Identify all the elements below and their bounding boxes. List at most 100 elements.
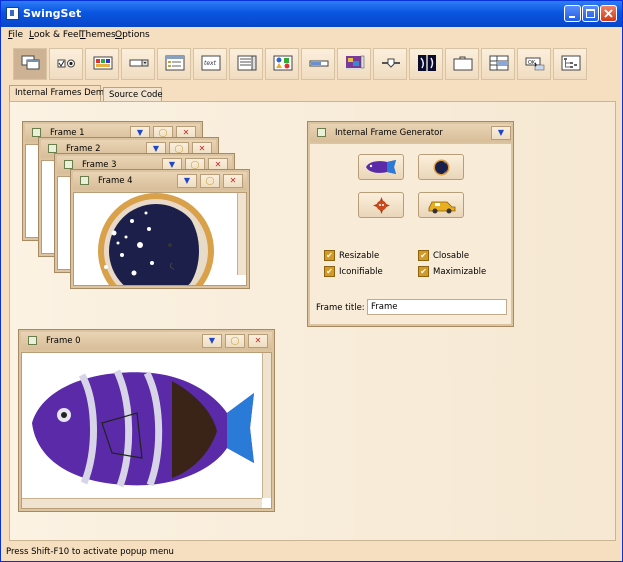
list-icon <box>237 55 257 71</box>
internal-frames-icon <box>21 55 40 70</box>
toolbar-tooltip[interactable]: OK <box>517 48 551 80</box>
buttons-icon <box>57 59 75 68</box>
toolbar-tree[interactable] <box>553 48 587 80</box>
toolbar-buttons[interactable] <box>49 48 83 80</box>
toolbar-table[interactable] <box>481 48 515 80</box>
toolbar-progress-bar[interactable] <box>301 48 335 80</box>
title-bar[interactable]: SwingSet <box>1 1 622 27</box>
close-icon: ✕ <box>214 160 222 169</box>
frame-icon <box>64 160 73 169</box>
minimize-button[interactable] <box>564 5 581 22</box>
frame-icon <box>317 128 326 137</box>
menu-look-and-feel[interactable]: Look & Feel <box>29 30 81 40</box>
tooltip-icon: OK <box>525 57 545 71</box>
frame-title-bar[interactable]: Internal Frame Generator ▼ <box>310 124 511 142</box>
editor-pane-icon: text <box>201 55 221 71</box>
frame-title: Frame 0 <box>46 336 81 346</box>
close-window-button[interactable] <box>600 5 617 22</box>
frame-title-bar[interactable]: Frame 0 ▼ ◯ ✕ <box>21 332 272 350</box>
iconify-button[interactable]: ▼ <box>202 334 222 348</box>
tab-source-code[interactable]: Source Code <box>103 87 163 101</box>
vertical-scrollbar[interactable] <box>237 193 246 275</box>
resizable-checkbox[interactable]: ✔ <box>324 250 335 261</box>
toolbar-option-pane[interactable] <box>265 48 299 80</box>
chevron-down-icon: ▼ <box>208 336 216 345</box>
frame-content <box>73 192 247 286</box>
iconifiable-checkbox[interactable]: ✔ <box>324 266 335 277</box>
color-chooser-icon <box>93 56 113 70</box>
toolbar-tabbed-pane[interactable] <box>445 48 479 80</box>
close-frame-button[interactable]: ✕ <box>223 174 243 188</box>
tabbed-pane-icon <box>453 56 473 71</box>
java-cup-icon <box>6 7 19 20</box>
svg-text:OK: OK <box>528 60 536 66</box>
generator-content: ✔ Resizable ✔ Closable ✔ Iconifiable ✔ M… <box>310 144 511 324</box>
create-sun-frame-button[interactable] <box>358 192 404 218</box>
chevron-down-icon: ▼ <box>152 144 160 153</box>
internal-frame-4[interactable]: Frame 4 ▼ ◯ ✕ <box>70 169 250 289</box>
chevron-down-icon: ▼ <box>497 128 505 137</box>
horizontal-scrollbar[interactable] <box>22 498 262 508</box>
checkmark-icon: ✔ <box>326 267 333 276</box>
option-pane-icon <box>273 55 293 71</box>
maximize-frame-button[interactable]: ◯ <box>225 334 245 348</box>
swingset-window: SwingSet File Look & Feel Themes Options <box>0 0 623 562</box>
frame-icon <box>80 176 89 185</box>
frame-title: Frame 4 <box>98 176 133 186</box>
scroll-pane-icon <box>346 55 365 70</box>
fish-image <box>32 369 254 488</box>
menu-bar: File Look & Feel Themes Options <box>1 27 622 45</box>
maximize-button[interactable] <box>582 5 599 22</box>
frame-content <box>21 352 272 509</box>
toolbar-combobox[interactable] <box>121 48 155 80</box>
create-moon-frame-button[interactable] <box>418 154 464 180</box>
maximizable-checkbox[interactable]: ✔ <box>418 266 429 277</box>
vertical-scrollbar[interactable] <box>262 353 271 498</box>
menu-file[interactable]: File <box>8 30 23 40</box>
maximize-frame-button[interactable]: ◯ <box>200 174 220 188</box>
combobox-icon <box>129 59 149 67</box>
frame-title-bar[interactable]: Frame 4 ▼ ◯ ✕ <box>73 172 247 190</box>
toolbar-color-chooser[interactable] <box>85 48 119 80</box>
chevron-down-icon: ▼ <box>168 160 176 169</box>
chevron-down-icon: ▼ <box>183 176 191 185</box>
maximize-icon <box>586 9 595 18</box>
internal-frame-0[interactable]: Frame 0 ▼ ◯ ✕ <box>18 329 275 512</box>
slider-icon <box>382 58 400 68</box>
toolbar-split-pane[interactable] <box>409 48 443 80</box>
checkmark-icon: ✔ <box>420 251 427 260</box>
menu-themes[interactable]: Themes <box>80 30 116 40</box>
close-icon: ✕ <box>229 176 237 185</box>
maximize-icon: ◯ <box>190 160 200 169</box>
create-fish-frame-button[interactable] <box>358 154 404 180</box>
toolbar-list[interactable] <box>229 48 263 80</box>
close-icon <box>604 9 613 18</box>
desktop-pane: Frame 1 ▼ ◯ ✕ Frame 2 ▼ ◯ ✕ Frame 3 ▼ ◯ … <box>9 101 616 541</box>
iconify-button[interactable]: ▼ <box>177 174 197 188</box>
toolbar-scroll-pane[interactable] <box>337 48 371 80</box>
frame-icon <box>48 144 57 153</box>
cab-icon <box>428 201 456 214</box>
maximize-icon: ◯ <box>174 144 184 153</box>
tab-internal-frames-demo[interactable]: Internal Frames Demo <box>9 85 109 101</box>
close-frame-button[interactable]: ✕ <box>248 334 268 348</box>
toolbar-editor-pane[interactable]: text <box>193 48 227 80</box>
create-cab-frame-button[interactable] <box>418 192 464 218</box>
maximize-icon: ◯ <box>158 128 168 137</box>
minimize-icon <box>569 16 575 18</box>
maximizable-label: Maximizable <box>433 267 487 277</box>
fish-icon <box>366 160 396 174</box>
generator-title: Internal Frame Generator <box>335 128 443 138</box>
toolbar-file-chooser[interactable] <box>157 48 191 80</box>
closable-checkbox[interactable]: ✔ <box>418 250 429 261</box>
internal-frame-generator[interactable]: Internal Frame Generator ▼ ✔ Resizable ✔… <box>307 121 514 327</box>
toolbar-internal-frames[interactable] <box>13 48 47 80</box>
maximize-icon: ◯ <box>230 336 240 345</box>
menu-options[interactable]: Options <box>115 30 150 40</box>
split-pane-icon <box>418 55 436 71</box>
frame-title-input[interactable] <box>367 299 507 315</box>
toolbar-slider[interactable] <box>373 48 407 80</box>
window-title: SwingSet <box>23 7 82 20</box>
status-text: Press Shift-F10 to activate popup menu <box>6 547 174 557</box>
iconify-button[interactable]: ▼ <box>491 126 511 140</box>
